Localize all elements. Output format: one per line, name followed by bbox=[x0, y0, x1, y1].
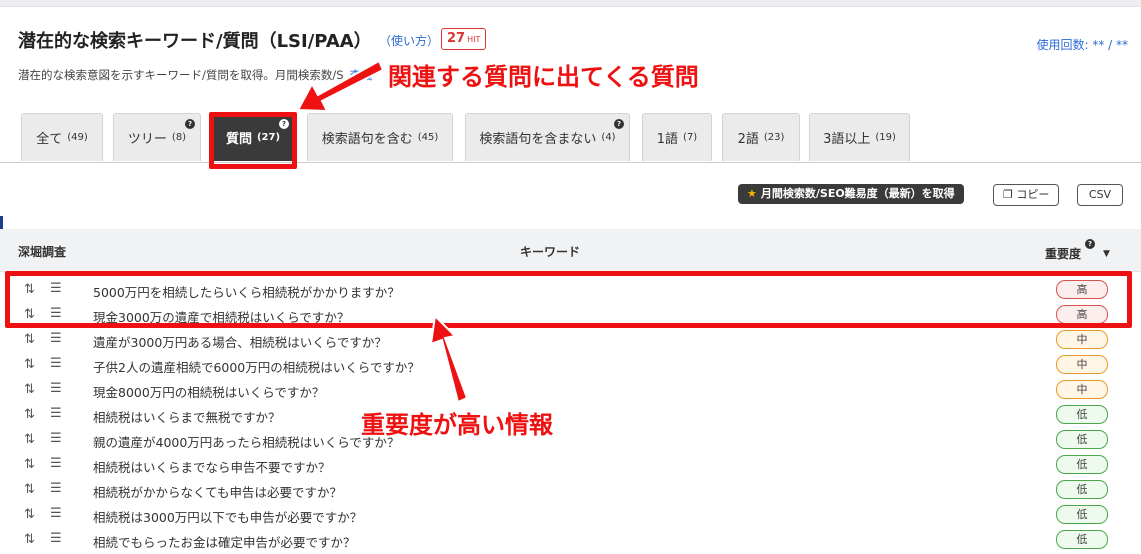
page-title: 潜在的な検索キーワード/質問（LSI/PAA） bbox=[18, 31, 372, 52]
usage-count-link[interactable]: 使用回数: ** / ** bbox=[1036, 36, 1128, 53]
importance-badge: 中 bbox=[1056, 380, 1108, 399]
copy-button[interactable]: ❐ コピー bbox=[993, 184, 1060, 206]
keyword-text: 子供2人の遺産相続で6000万円の相続税はいくらですか？ bbox=[93, 360, 420, 375]
tab-count: (8) bbox=[171, 132, 187, 143]
tab-one-word[interactable]: 1語 (7) bbox=[642, 113, 712, 161]
keyword-text: 遺産が3000万円ある場合、相続税はいくらですか？ bbox=[93, 335, 387, 350]
importance-badge: 中 bbox=[1056, 330, 1108, 349]
keyword-text: 相続税がかからなくても申告は必要ですか？ bbox=[93, 485, 343, 500]
sort-down-icon[interactable]: ▼ bbox=[1103, 249, 1110, 259]
table-row: ⇅ ☰ 相続税は3000万円以下でも申告が必要ですか？ 低 bbox=[0, 502, 1141, 527]
importance-badge: 低 bbox=[1056, 430, 1108, 449]
copy-label: コピー bbox=[1016, 188, 1050, 201]
menu-icon[interactable]: ☰ bbox=[50, 506, 62, 521]
hit-count-badge: 27 HIT bbox=[441, 28, 487, 50]
menu-icon[interactable]: ☰ bbox=[50, 406, 62, 421]
table-row: ⇅ ☰ 相続税がかからなくても申告は必要ですか？ 低 bbox=[0, 477, 1141, 502]
howto-link[interactable]: （使い方） bbox=[379, 32, 439, 49]
tab-all[interactable]: 全て (49) bbox=[21, 113, 103, 161]
retweet-icon[interactable]: ⇅ bbox=[24, 332, 35, 347]
importance-badge: 低 bbox=[1056, 455, 1108, 474]
retweet-icon[interactable]: ⇅ bbox=[24, 482, 35, 497]
annotation-related-questions: 関連する質問に出てくる質問 bbox=[388, 63, 699, 91]
keyword-text: 相続でもらったお金は確定申告が必要ですか？ bbox=[93, 535, 356, 550]
tab-count: (7) bbox=[683, 132, 698, 143]
retweet-icon[interactable]: ⇅ bbox=[24, 432, 35, 447]
tabs-divider bbox=[0, 162, 1141, 163]
tab-label: ツリー bbox=[127, 132, 167, 147]
tab-contains-query[interactable]: 検索語句を含む (45) bbox=[307, 113, 453, 161]
tab-count: (45) bbox=[417, 132, 439, 143]
menu-icon[interactable]: ☰ bbox=[50, 356, 62, 371]
tab-label: 検索語句を含まない bbox=[479, 132, 597, 147]
table-row: ⇅ ☰ 遺産が3000万円ある場合、相続税はいくらですか？ 中 bbox=[0, 327, 1141, 352]
importance-badge: 低 bbox=[1056, 505, 1108, 524]
tab-count: (23) bbox=[763, 132, 785, 143]
tab-count: (4) bbox=[601, 132, 616, 143]
hit-unit: HIT bbox=[467, 35, 481, 44]
tab-three-plus-words[interactable]: 3語以上 (19) bbox=[809, 113, 910, 161]
help-icon[interactable]: ? bbox=[614, 119, 624, 129]
retweet-icon[interactable]: ⇅ bbox=[24, 457, 35, 472]
keyword-text: 現金8000万円の相続税はいくらですか？ bbox=[93, 385, 325, 400]
tab-excludes-query[interactable]: 検索語句を含まない (4)? bbox=[465, 113, 630, 161]
highlight-box-top-rows bbox=[5, 271, 1132, 328]
keyword-text: 相続税はいくらまで無税ですか？ bbox=[93, 410, 281, 425]
retweet-icon[interactable]: ⇅ bbox=[24, 532, 35, 547]
tab-count: (49) bbox=[67, 132, 88, 143]
table-row: ⇅ ☰ 子供2人の遺産相続で6000万円の相続税はいくらですか？ 中 bbox=[0, 352, 1141, 377]
table-row: ⇅ ☰ 現金8000万円の相続税はいくらですか？ 中 bbox=[0, 377, 1141, 402]
table-header: 深堀調査 キーワード 重要度 ? ▼ bbox=[0, 229, 1141, 272]
retweet-icon[interactable]: ⇅ bbox=[24, 407, 35, 422]
help-icon[interactable]: ? bbox=[1085, 239, 1095, 249]
menu-icon[interactable]: ☰ bbox=[50, 531, 62, 546]
retweet-icon[interactable]: ⇅ bbox=[24, 382, 35, 397]
tab-label: 2語 bbox=[737, 132, 759, 147]
importance-badge: 低 bbox=[1056, 530, 1108, 549]
star-icon: ★ bbox=[747, 187, 757, 200]
fetch-metrics-label: 月間検索数/SEO難易度（最新）を取得 bbox=[760, 187, 955, 200]
table-row: ⇅ ☰ 相続税はいくらまでなら申告不要ですか？ 低 bbox=[0, 452, 1141, 477]
menu-icon[interactable]: ☰ bbox=[50, 431, 62, 446]
retweet-icon[interactable]: ⇅ bbox=[24, 507, 35, 522]
top-bar bbox=[0, 0, 1141, 7]
col-deep-dive: 深堀調査 bbox=[18, 245, 67, 259]
tab-count: (19) bbox=[875, 132, 896, 143]
tab-label: 検索語句を含む bbox=[321, 132, 413, 147]
help-icon[interactable]: ? bbox=[185, 119, 195, 129]
table-row: ⇅ ☰ 相続でもらったお金は確定申告が必要ですか？ 低 bbox=[0, 527, 1141, 552]
highlight-box-questions-tab bbox=[209, 112, 297, 169]
menu-icon[interactable]: ☰ bbox=[50, 381, 62, 396]
tab-label: 3語以上 bbox=[823, 132, 871, 147]
fetch-metrics-button[interactable]: ★ 月間検索数/SEO難易度（最新）を取得 bbox=[738, 184, 964, 204]
table-row: ⇅ ☰ 親の遺産が4000万円あったら相続税はいくらですか？ 低 bbox=[0, 427, 1141, 452]
tab-tree[interactable]: ツリー (8)? bbox=[113, 113, 201, 161]
col-keyword: キーワード bbox=[520, 245, 581, 259]
annotation-high-importance: 重要度が高い情報 bbox=[361, 411, 553, 439]
importance-badge: 低 bbox=[1056, 405, 1108, 424]
menu-icon[interactable]: ☰ bbox=[50, 331, 62, 346]
col-importance[interactable]: 重要度 bbox=[1045, 245, 1081, 262]
keyword-text: 相続税はいくらまでなら申告不要ですか？ bbox=[93, 460, 331, 475]
csv-button[interactable]: CSV bbox=[1077, 184, 1123, 206]
menu-icon[interactable]: ☰ bbox=[50, 456, 62, 471]
keyword-text: 親の遺産が4000万円あったら相続税はいくらですか？ bbox=[93, 435, 400, 450]
importance-badge: 中 bbox=[1056, 355, 1108, 374]
tab-label: 1語 bbox=[656, 132, 679, 147]
copy-icon: ❐ bbox=[1003, 188, 1013, 201]
hit-count: 27 bbox=[447, 31, 466, 46]
menu-icon[interactable]: ☰ bbox=[50, 481, 62, 496]
tab-label: 全て bbox=[36, 132, 63, 147]
table-row: ⇅ ☰ 相続税はいくらまで無税ですか？ 低 bbox=[0, 402, 1141, 427]
importance-badge: 低 bbox=[1056, 480, 1108, 499]
description-text: 潜在的な検索意図を示すキーワード/質問を取得。月間検索数/S bbox=[18, 68, 344, 82]
tab-two-words[interactable]: 2語 (23) bbox=[722, 113, 800, 161]
retweet-icon[interactable]: ⇅ bbox=[24, 357, 35, 372]
keyword-text: 相続税は3000万円以下でも申告が必要ですか？ bbox=[93, 510, 363, 525]
description-link[interactable]: 査機 bbox=[350, 68, 373, 82]
